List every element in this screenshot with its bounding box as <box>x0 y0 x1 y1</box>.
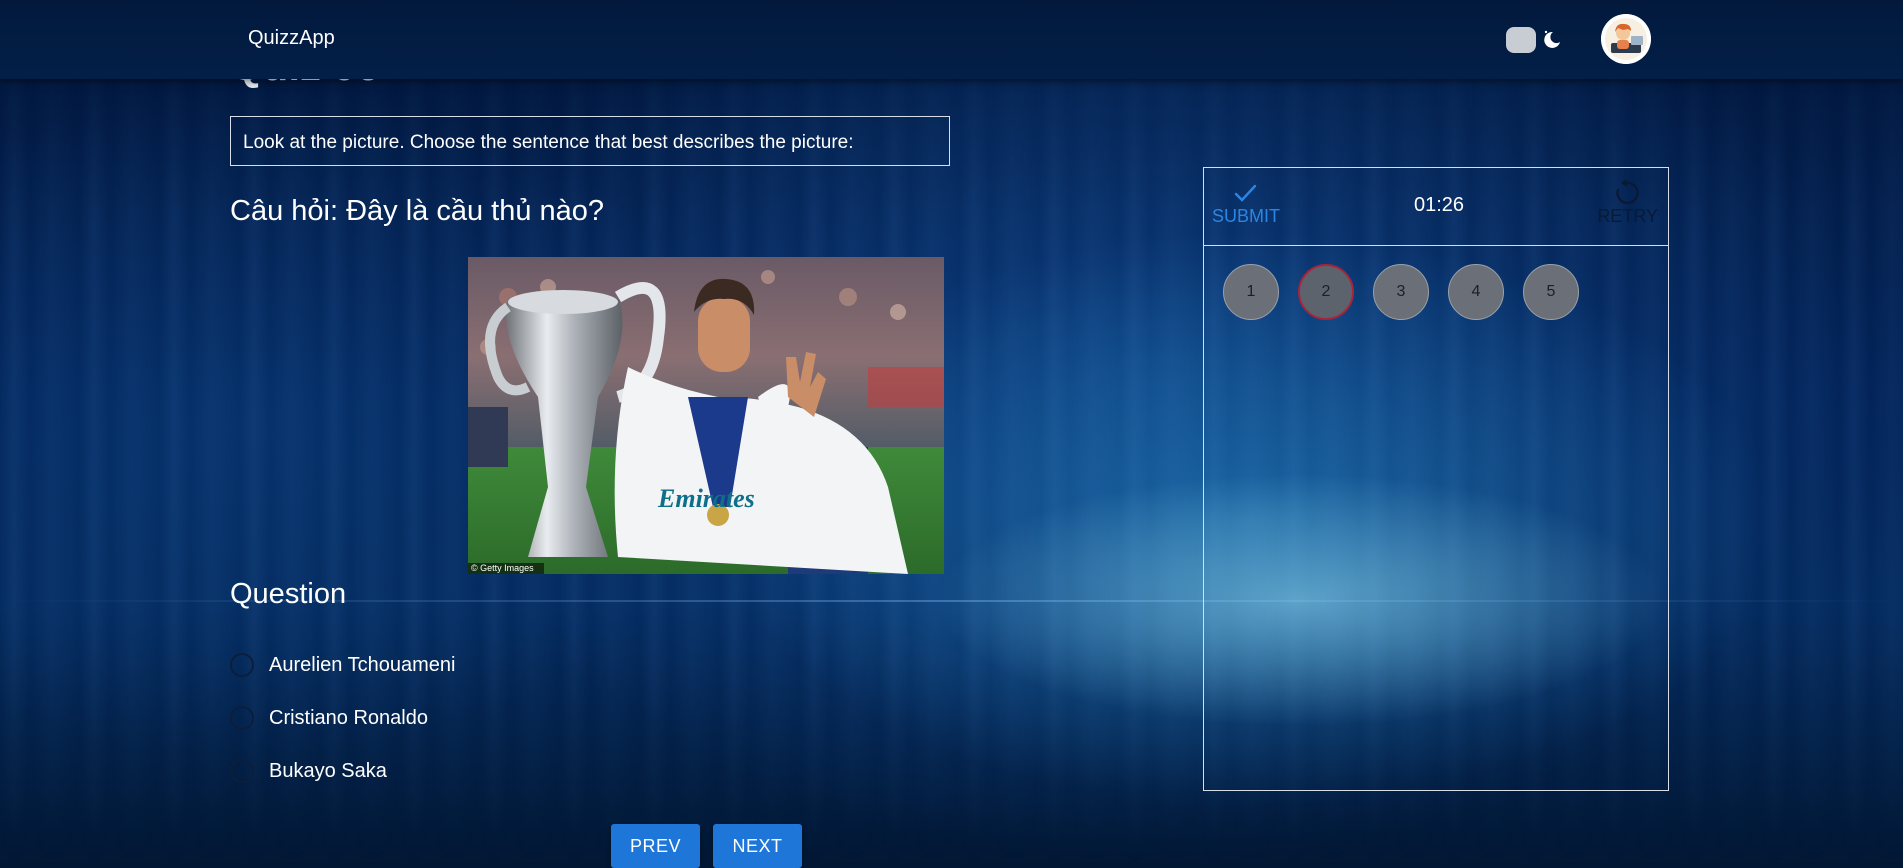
question-text: Câu hỏi: Đây là cầu thủ nào? <box>230 195 605 227</box>
retry-icon <box>1616 179 1640 205</box>
brand-logo-text[interactable]: QuizzApp <box>248 27 335 50</box>
radio-button[interactable] <box>230 653 254 677</box>
moon-icon <box>1544 30 1560 48</box>
question-image: 171 Emirates © Getty Images <box>468 257 944 574</box>
submit-button[interactable]: SUBMIT <box>1211 180 1281 227</box>
next-button[interactable]: NEXT <box>713 824 802 868</box>
prev-button[interactable]: PREV <box>611 824 700 868</box>
question-number-3[interactable]: 3 <box>1373 264 1429 320</box>
retry-label: RETRY <box>1597 206 1658 226</box>
retry-button[interactable]: RETRY <box>1597 178 1658 227</box>
top-navbar: QuizzApp <box>0 0 1903 79</box>
instruction-box: Look at the picture. Choose the sentence… <box>230 116 950 166</box>
submit-label: SUBMIT <box>1211 206 1280 226</box>
quiz-side-panel: SUBMIT 01:26 RETRY 1 2 3 4 5 <box>1203 167 1669 791</box>
option-bukayo-saka[interactable]: Bukayo Saka <box>230 758 455 784</box>
radio-button[interactable] <box>230 759 254 783</box>
question-number-1[interactable]: 1 <box>1223 264 1279 320</box>
option-aurelien-tchouameni[interactable]: Aurelien Tchouameni <box>230 652 455 678</box>
football-player-photo: 171 Emirates <box>468 257 944 574</box>
panel-header: SUBMIT 01:26 RETRY <box>1204 168 1668 246</box>
answer-options: Aurelien Tchouameni Cristiano Ronaldo Bu… <box>230 652 455 811</box>
question-heading: Question <box>230 578 347 610</box>
question-number-2[interactable]: 2 <box>1298 264 1354 320</box>
question-navigator: 1 2 3 4 5 <box>1223 264 1598 320</box>
option-label: Cristiano Ronaldo <box>269 706 428 729</box>
countdown-timer: 01:26 <box>1414 194 1465 216</box>
option-label: Aurelien Tchouameni <box>269 653 456 676</box>
question-number-5[interactable]: 5 <box>1523 264 1579 320</box>
option-cristiano-ronaldo[interactable]: Cristiano Ronaldo <box>230 705 455 731</box>
avatar-illustration-icon <box>1601 14 1651 64</box>
user-avatar[interactable] <box>1601 14 1651 64</box>
radio-button[interactable] <box>230 706 254 730</box>
theme-toggle[interactable] <box>1506 27 1564 53</box>
question-number-4[interactable]: 4 <box>1448 264 1504 320</box>
image-credit: © Getty Images <box>471 563 534 573</box>
option-label: Bukayo Saka <box>269 759 387 782</box>
check-icon <box>1234 184 1257 202</box>
svg-text:Emirates: Emirates <box>657 484 755 513</box>
toggle-track <box>1506 27 1536 53</box>
